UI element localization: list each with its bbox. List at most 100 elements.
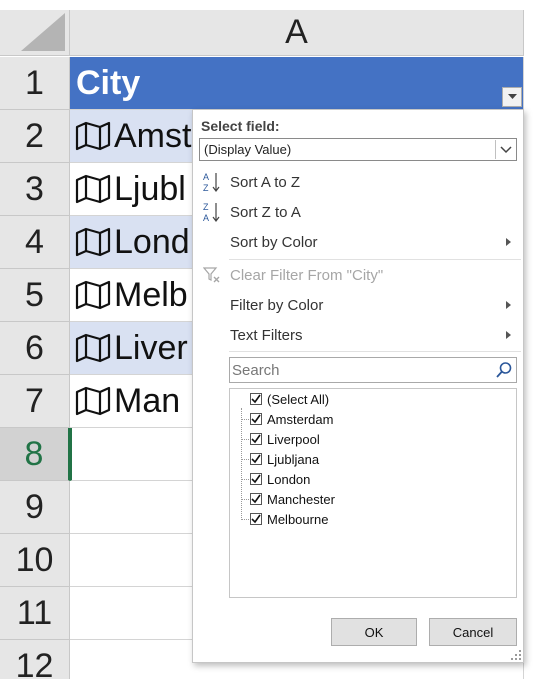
- sort-ascending-icon: AZ: [201, 171, 223, 193]
- search-icon[interactable]: [495, 361, 513, 379]
- check-icon: [251, 514, 261, 524]
- select-all-triangle: [21, 13, 65, 51]
- row-header-11[interactable]: 11: [0, 587, 70, 640]
- clear-filter-icon: [201, 264, 223, 286]
- filter-by-color-icon-space: [201, 294, 223, 316]
- text-filters-icon-space: [201, 324, 223, 346]
- row-header-2[interactable]: 2: [0, 110, 70, 163]
- cell-a3-text: Ljubl: [114, 169, 186, 208]
- list-item-label: (Select All): [267, 391, 330, 407]
- list-item-select-all[interactable]: (Select All): [250, 389, 329, 409]
- row-header-4[interactable]: 4: [0, 216, 70, 269]
- filter-values-list: (Select All) Amsterdam Liverpool Ljublja…: [229, 388, 517, 598]
- cell-a4-text: Lond: [114, 222, 190, 261]
- list-item[interactable]: Amsterdam: [250, 409, 333, 429]
- sort-z-to-a-label: Sort Z to A: [230, 203, 301, 221]
- search-placeholder: Search: [232, 361, 280, 379]
- row-header-10[interactable]: 10: [0, 534, 70, 587]
- select-all-corner[interactable]: [0, 10, 70, 56]
- row-header-5[interactable]: 5: [0, 269, 70, 322]
- map-icon: [75, 280, 111, 310]
- submenu-arrow-icon: [506, 301, 511, 309]
- top-strip: [0, 0, 538, 10]
- row-header-6[interactable]: 6: [0, 322, 70, 375]
- ok-button[interactable]: OK: [331, 618, 417, 646]
- sort-by-color-item[interactable]: Sort by Color: [193, 228, 523, 256]
- row-header-1[interactable]: 1: [0, 57, 70, 110]
- list-item[interactable]: Manchester: [250, 489, 335, 509]
- sort-by-color-icon-space: [201, 231, 223, 253]
- row-header-9[interactable]: 9: [0, 481, 70, 534]
- menu-separator: [229, 259, 521, 260]
- filter-by-color-item[interactable]: Filter by Color: [193, 291, 523, 319]
- list-item-label: London: [267, 471, 311, 487]
- filter-by-color-label: Filter by Color: [230, 296, 324, 314]
- checkbox[interactable]: [250, 453, 262, 465]
- check-icon: [251, 414, 261, 424]
- cell-a2-text: Amst: [114, 116, 192, 155]
- map-icon: [75, 174, 111, 204]
- select-field-value: (Display Value): [204, 142, 292, 157]
- list-item-label: Melbourne: [267, 511, 329, 527]
- sort-a-to-z-label: Sort A to Z: [230, 173, 301, 191]
- cell-a5-text: Melb: [114, 275, 188, 314]
- check-icon: [251, 494, 261, 504]
- cell-a6-text: Liver: [114, 328, 188, 367]
- row-header-8[interactable]: 8: [0, 428, 70, 481]
- chevron-down-icon: [507, 94, 517, 99]
- clear-filter-label: Clear Filter From "City": [230, 266, 384, 284]
- svg-text:Z: Z: [203, 183, 209, 193]
- checkbox[interactable]: [250, 433, 262, 445]
- list-item[interactable]: Melbourne: [250, 509, 328, 529]
- cancel-button[interactable]: Cancel: [429, 618, 517, 646]
- select-field-label: Select field:: [201, 118, 280, 134]
- submenu-arrow-icon: [506, 331, 511, 339]
- list-item-label: Ljubljana: [267, 451, 320, 467]
- header-cell-text: City: [76, 63, 141, 102]
- text-filters-label: Text Filters: [230, 326, 303, 344]
- checkbox[interactable]: [250, 493, 262, 505]
- row-header-12[interactable]: 12: [0, 640, 70, 679]
- check-icon: [251, 454, 261, 464]
- list-item[interactable]: Liverpool: [250, 429, 320, 449]
- clear-filter-item[interactable]: Clear Filter From "City": [193, 261, 523, 289]
- list-item-label: Manchester: [267, 491, 335, 507]
- row-header-7[interactable]: 7: [0, 375, 70, 428]
- cell-a7-text: Man: [114, 381, 181, 420]
- cell-a1-header[interactable]: City: [70, 57, 524, 110]
- map-icon: [75, 333, 111, 363]
- checkbox[interactable]: [250, 513, 262, 525]
- submenu-arrow-icon: [506, 238, 511, 246]
- tree-line: [241, 408, 242, 520]
- map-icon: [75, 121, 111, 151]
- map-icon: [75, 227, 111, 257]
- checkbox[interactable]: [250, 393, 262, 405]
- resize-grip-icon[interactable]: [511, 650, 521, 660]
- list-item[interactable]: Ljubljana: [250, 449, 319, 469]
- search-input[interactable]: Search: [229, 357, 517, 383]
- map-icon: [75, 386, 111, 416]
- sort-a-to-z-item[interactable]: AZ Sort A to Z: [193, 168, 523, 196]
- checkbox[interactable]: [250, 413, 262, 425]
- svg-text:A: A: [203, 213, 209, 223]
- right-margin: [524, 0, 538, 679]
- chevron-down-icon: [499, 145, 512, 153]
- select-field-arrow[interactable]: [495, 140, 515, 159]
- sort-z-to-a-item[interactable]: ZA Sort Z to A: [193, 198, 523, 226]
- autofilter-menu: Select field: (Display Value) AZ Sort A …: [192, 109, 524, 663]
- select-field-dropdown[interactable]: (Display Value): [199, 138, 517, 161]
- checkbox[interactable]: [250, 473, 262, 485]
- check-icon: [251, 394, 261, 404]
- check-icon: [251, 434, 261, 444]
- text-filters-item[interactable]: Text Filters: [193, 321, 523, 349]
- list-item[interactable]: London: [250, 469, 310, 489]
- menu-separator: [229, 351, 521, 352]
- svg-text:A: A: [203, 172, 209, 182]
- filter-dropdown-button[interactable]: [502, 87, 522, 107]
- column-header-a[interactable]: A: [70, 10, 524, 56]
- check-icon: [251, 474, 261, 484]
- svg-text:Z: Z: [203, 202, 209, 212]
- row-header-3[interactable]: 3: [0, 163, 70, 216]
- list-item-label: Liverpool: [267, 431, 320, 447]
- sort-descending-icon: ZA: [201, 201, 223, 223]
